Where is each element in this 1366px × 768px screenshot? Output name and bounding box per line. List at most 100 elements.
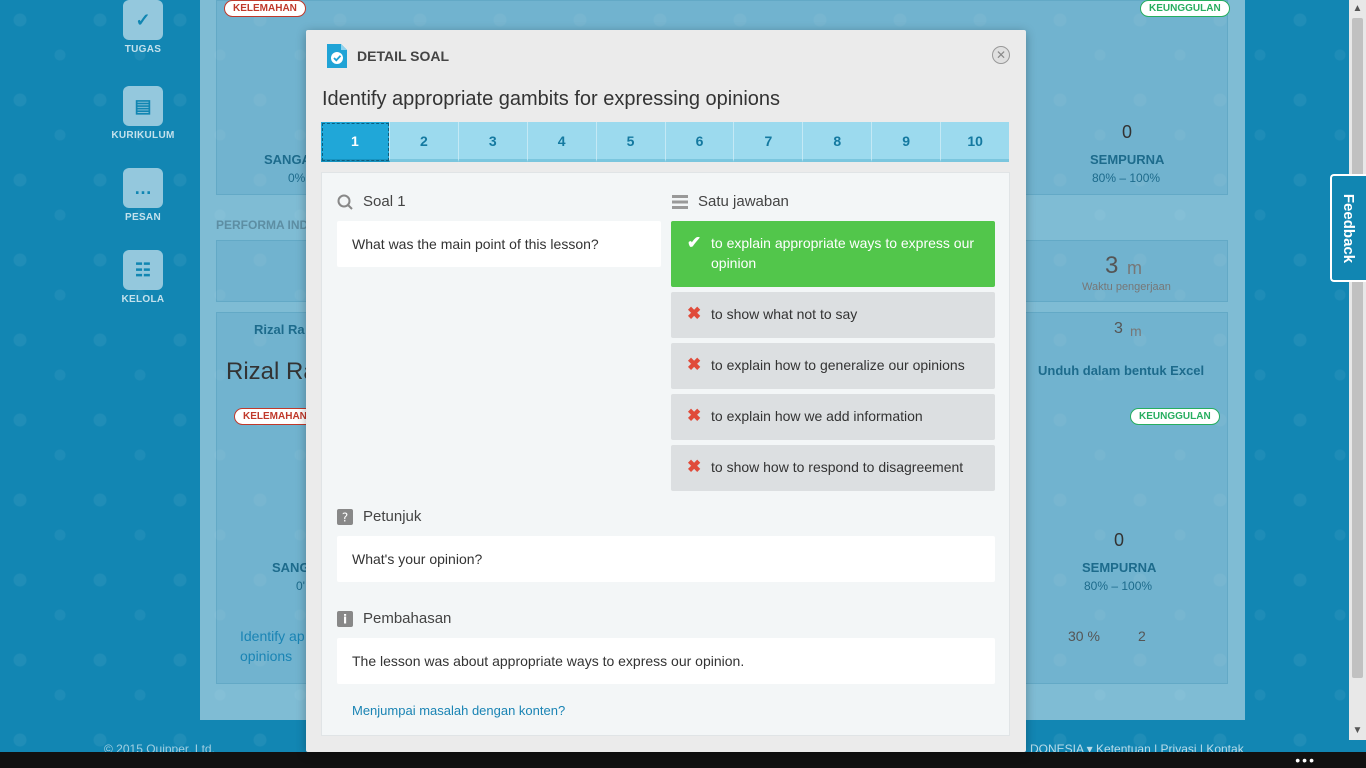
nav-item-kelola[interactable]: ☷ KELOLA [100, 250, 186, 305]
tasks-icon: ✓ [123, 0, 163, 40]
taskbar [0, 752, 1366, 768]
feedback-tab[interactable]: Feedback [1330, 174, 1366, 282]
explanation-heading: i Pembahasan [337, 610, 451, 627]
feedback-label: Feedback [1340, 193, 1358, 263]
nav-item-kurikulum[interactable]: ▤ KURIKULUM [100, 86, 186, 141]
book-icon: ▤ [123, 86, 163, 126]
bottom-sempurna: SEMPURNA [1082, 560, 1157, 575]
answer-text: to explain how we add information [711, 408, 923, 424]
hint-heading: ? Petunjuk [337, 508, 421, 525]
explanation-text: The lesson was about appropriate ways to… [352, 653, 745, 669]
chat-icon: … [123, 168, 163, 208]
nav-label: TUGAS [124, 44, 162, 55]
report-content-problem-link[interactable]: Menjumpai masalah dengan konten? [352, 703, 565, 718]
document-check-icon [326, 43, 348, 69]
question-search-icon [337, 194, 353, 210]
performance-heading: PERFORMA INDI [216, 218, 312, 232]
question-detail-modal: DETAIL SOAL ✕ Identify appropriate gambi… [306, 30, 1026, 752]
tab-question-3[interactable]: 3 [458, 122, 528, 162]
question-text: What was the main point of this lesson? [352, 236, 599, 252]
bottom-count: 0 [1114, 530, 1125, 550]
answer-option-5: ✖ to show how to respond to disagreement [671, 445, 995, 491]
top-sempurna: SEMPURNA [1090, 152, 1165, 167]
question-tabs: 1 2 3 4 5 6 7 8 9 10 [321, 122, 1010, 162]
assignment-title[interactable]: Identify ap [240, 628, 305, 644]
nav-item-tugas[interactable]: ✓ TUGAS [100, 0, 186, 55]
cross-icon: ✖ [687, 457, 702, 476]
answer-option-3: ✖ to explain how to generalize our opini… [671, 343, 995, 389]
bottom-sang: SANG [272, 560, 310, 575]
bottom-range: 80% – 100% [1084, 579, 1153, 593]
excel-download-button[interactable]: Unduh dalam bentuk Excel [1038, 363, 1204, 378]
tab-question-2[interactable]: 2 [389, 122, 459, 162]
tab-question-1[interactable]: 1 [321, 122, 390, 162]
hint-text: What's your opinion? [352, 551, 483, 567]
weakness-tag-2: KELEMAHAN [234, 408, 316, 425]
answer-type-label: Satu jawaban [698, 193, 789, 210]
answer-text: to show how to respond to disagreement [711, 459, 964, 475]
nav-item-pesan[interactable]: … PESAN [100, 168, 186, 223]
strength-tag-2: KEUNGGULAN [1130, 408, 1220, 425]
question-content: Soal 1 What was the main point of this l… [321, 172, 1010, 736]
lesson-title: Identify appropriate gambits for express… [322, 88, 781, 110]
tab-question-4[interactable]: 4 [527, 122, 597, 162]
bottom-zero: 0' [296, 579, 305, 593]
top-sanga: SANGA [264, 152, 311, 167]
answer-option-1: ✔ to explain appropriate ways to express… [671, 221, 995, 287]
hint-box: What's your opinion? [337, 536, 995, 582]
tab-question-8[interactable]: 8 [803, 122, 873, 162]
cross-icon: ✖ [687, 355, 702, 374]
tab-question-6[interactable]: 6 [665, 122, 735, 162]
users-icon: ☷ [123, 250, 163, 290]
close-button[interactable]: ✕ [992, 46, 1010, 64]
list-icon [672, 194, 688, 210]
weakness-tag: KELEMAHAN [224, 0, 306, 17]
tab-question-5[interactable]: 5 [596, 122, 666, 162]
explanation-box: The lesson was about appropriate ways to… [337, 638, 995, 684]
answer-type-heading: Satu jawaban [672, 193, 789, 210]
svg-text:i: i [343, 612, 347, 626]
student-time-unit: m [1130, 323, 1142, 339]
answer-text: to explain how to generalize our opinion… [711, 357, 965, 373]
svg-text:?: ? [342, 510, 348, 524]
retry-count: 2 [1138, 628, 1146, 644]
student-time: 3 [1114, 320, 1123, 337]
nav-label: KELOLA [121, 294, 165, 305]
check-icon: ✔ [687, 233, 702, 252]
cross-icon: ✖ [687, 304, 702, 323]
explanation-label: Pembahasan [363, 610, 452, 627]
scroll-thumb[interactable] [1352, 18, 1363, 678]
scroll-up-icon[interactable]: ▲ [1349, 0, 1366, 17]
scroll-down-icon[interactable]: ▼ [1349, 722, 1366, 739]
modal-title: DETAIL SOAL [357, 48, 450, 64]
more-dots-icon[interactable]: ••• [1295, 752, 1316, 768]
tab-question-7[interactable]: 7 [734, 122, 804, 162]
answer-option-4: ✖ to explain how we add information [671, 394, 995, 440]
time-value: 3 [1105, 252, 1119, 279]
answer-text: to explain appropriate ways to express o… [711, 235, 975, 271]
tab-question-9[interactable]: 9 [872, 122, 942, 162]
nav-label: PESAN [125, 212, 161, 223]
top-zero-pct: 0% [288, 171, 306, 185]
strength-tag: KEUNGGULAN [1140, 0, 1230, 17]
percent-value: 30 % [1068, 628, 1100, 644]
time-label: Waktu pengerjaan [1082, 281, 1171, 293]
tab-question-10[interactable]: 10 [941, 122, 1010, 162]
top-range: 80% – 100% [1092, 171, 1161, 185]
answer-option-2: ✖ to show what not to say [671, 292, 995, 338]
question-label: Soal 1 [363, 193, 406, 210]
answer-text: to show what not to say [711, 306, 858, 322]
cross-icon: ✖ [687, 406, 702, 425]
assignment-title-2[interactable]: opinions [240, 648, 292, 664]
modal-header: DETAIL SOAL [326, 43, 449, 69]
student-name-large: Rizal Ra [226, 358, 317, 385]
question-mark-icon: ? [337, 508, 353, 525]
info-icon: i [337, 610, 353, 627]
question-text-box: What was the main point of this lesson? [337, 221, 661, 267]
nav-label: KURIKULUM [111, 130, 175, 141]
question-heading: Soal 1 [337, 193, 406, 210]
time-unit: m [1127, 258, 1142, 278]
top-count: 0 [1122, 122, 1133, 142]
scrollbar[interactable]: ▲ ▼ [1349, 0, 1366, 740]
student-name-small[interactable]: Rizal Ra [254, 322, 305, 337]
